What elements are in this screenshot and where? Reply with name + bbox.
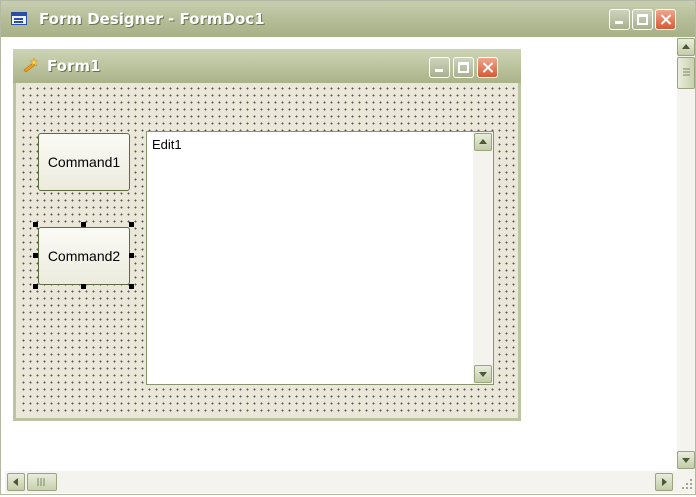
form1-design-grid[interactable]: Command1 Command2 Edit1 xyxy=(18,83,516,413)
command1-button[interactable]: Command1 xyxy=(38,133,130,191)
selection-handle[interactable] xyxy=(81,284,86,289)
window-title: Form Designer - FormDoc1 xyxy=(39,10,265,28)
selection-handle[interactable] xyxy=(129,253,134,258)
close-button[interactable] xyxy=(655,9,676,30)
selection-handle[interactable] xyxy=(33,222,38,227)
form1-window[interactable]: Form1 Command1 Command2 Edit1 xyxy=(13,49,521,421)
form1-title: Form1 xyxy=(47,57,101,75)
edit1-vertical-scrollbar[interactable] xyxy=(473,132,493,384)
grip-icon xyxy=(37,478,45,486)
scroll-left-button[interactable] xyxy=(7,473,25,491)
command2-label: Command2 xyxy=(47,248,121,264)
edit1-scroll-down-button[interactable] xyxy=(474,365,492,383)
form-designer-window: Form Designer - FormDoc1 Form1 Command1 xyxy=(0,0,696,495)
selection-handle[interactable] xyxy=(81,222,86,227)
form-designer-icon xyxy=(11,12,27,25)
horizontal-scroll-thumb[interactable] xyxy=(27,473,57,491)
selection-handle[interactable] xyxy=(33,253,38,258)
edit1-textbox[interactable]: Edit1 xyxy=(146,131,494,385)
scroll-right-button[interactable] xyxy=(655,473,673,491)
scroll-down-button[interactable] xyxy=(677,451,695,469)
resize-grip-icon xyxy=(682,479,692,489)
scroll-up-button[interactable] xyxy=(677,38,695,56)
form1-minimize-button[interactable] xyxy=(429,57,450,78)
selection-handle[interactable] xyxy=(129,222,134,227)
maximize-button[interactable] xyxy=(632,9,653,30)
selection-handle[interactable] xyxy=(33,284,38,289)
form-wizard-icon xyxy=(23,57,39,73)
vertical-scroll-thumb[interactable] xyxy=(677,57,695,89)
resize-grip[interactable] xyxy=(677,471,695,493)
command1-label: Command1 xyxy=(47,154,121,170)
form1-title-bar[interactable]: Form1 xyxy=(13,49,521,83)
form1-maximize-button[interactable] xyxy=(453,57,474,78)
window-title-bar[interactable]: Form Designer - FormDoc1 xyxy=(1,1,695,37)
designer-vertical-scrollbar[interactable] xyxy=(677,37,695,471)
designer-canvas: Form1 Command1 Command2 Edit1 xyxy=(5,37,677,471)
form1-close-button[interactable] xyxy=(477,57,498,78)
edit1-scroll-up-button[interactable] xyxy=(474,133,492,151)
selection-handle[interactable] xyxy=(129,284,134,289)
designer-horizontal-scrollbar[interactable] xyxy=(5,471,677,493)
edit1-text: Edit1 xyxy=(152,137,182,152)
grip-icon xyxy=(683,68,690,76)
minimize-button[interactable] xyxy=(609,9,630,30)
command2-button[interactable]: Command2 xyxy=(38,227,130,285)
